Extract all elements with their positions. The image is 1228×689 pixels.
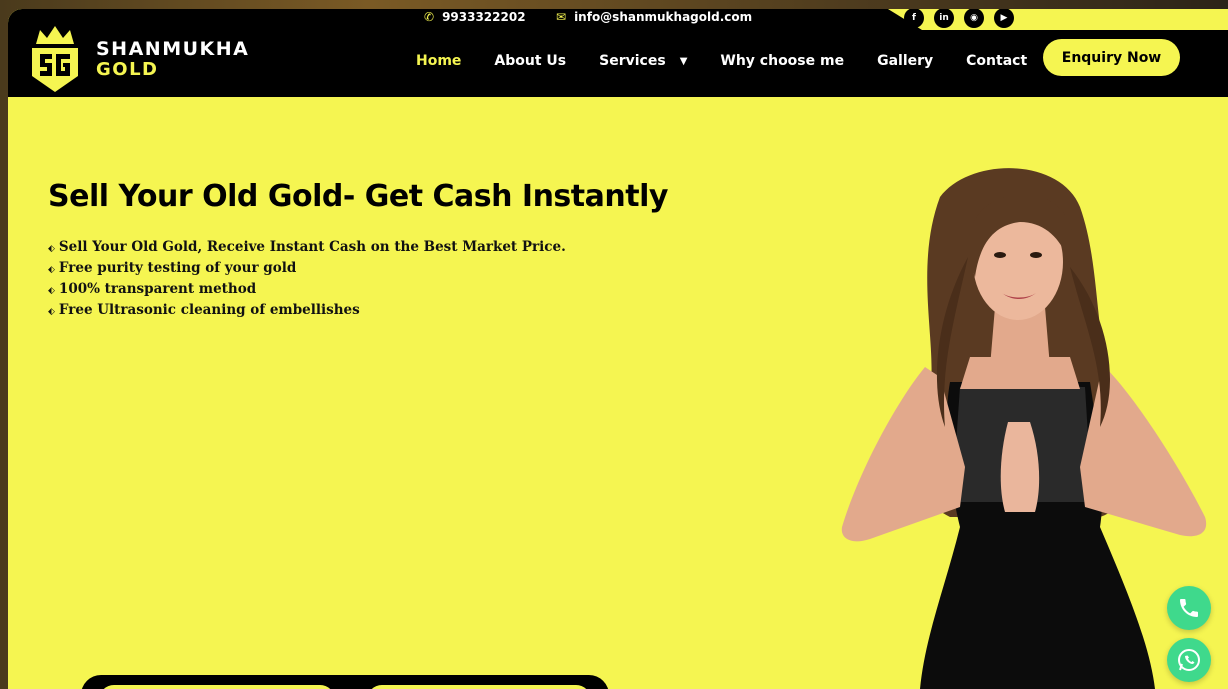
list-item: ⬖ Free purity testing of your gold: [48, 260, 297, 276]
linkedin-icon[interactable]: in: [934, 9, 954, 28]
nav-gallery[interactable]: Gallery: [877, 53, 933, 69]
hero-title: Sell Your Old Gold- Get Cash Instantly: [48, 179, 668, 214]
phone-contact[interactable]: ✆ 9933322202: [424, 10, 526, 24]
crown-sg-logo-icon: [32, 26, 78, 92]
phone-icon: [1180, 599, 1198, 617]
bottom-cta-button-1[interactable]: [99, 685, 335, 689]
social-links: f in ◉ ▶: [904, 9, 1014, 28]
envelope-icon: ✉: [556, 10, 567, 24]
youtube-icon[interactable]: ▶: [994, 9, 1014, 28]
main-nav: Home About Us Services ▼ Why choose me G…: [416, 53, 1027, 69]
phone-text: 9933322202: [442, 10, 526, 24]
nav-services[interactable]: Services ▼: [599, 53, 687, 69]
instagram-icon[interactable]: ◉: [964, 9, 984, 28]
site-header: ✆ 9933322202 ✉ info@shanmukhagold.com f …: [8, 9, 1228, 97]
nav-services-label: Services: [599, 53, 666, 69]
list-item: ⬖ Free Ultrasonic cleaning of embellishes: [48, 302, 360, 318]
email-text: info@shanmukhagold.com: [574, 10, 753, 24]
whatsapp-icon: [1178, 649, 1200, 671]
email-contact[interactable]: ✉ info@shanmukhagold.com: [556, 10, 752, 24]
whatsapp-fab-button[interactable]: [1167, 638, 1211, 682]
nav-about-us[interactable]: About Us: [494, 53, 566, 69]
call-fab-button[interactable]: [1167, 586, 1211, 630]
enquiry-now-button[interactable]: Enquiry Now: [1043, 39, 1180, 76]
diamond-bullet-icon: ⬖: [48, 265, 55, 275]
bottom-cta-button-2[interactable]: [367, 685, 591, 689]
hero-bullets: ⬖ Sell Your Old Gold, Receive Instant Cas…: [48, 238, 566, 322]
nav-home[interactable]: Home: [416, 53, 461, 69]
caret-down-icon: ▼: [679, 55, 688, 67]
list-item: ⬖ 100% transparent method: [48, 281, 257, 297]
diamond-bullet-icon: ⬖: [48, 286, 55, 296]
nav-why-choose-me[interactable]: Why choose me: [720, 53, 844, 69]
phone-icon: ✆: [424, 10, 435, 24]
page-frame: ✆ 9933322202 ✉ info@shanmukhagold.com f …: [8, 9, 1228, 689]
diamond-bullet-icon: ⬖: [48, 307, 55, 317]
logo-line1: SHANMUKHA: [96, 37, 250, 60]
list-item: ⬖ Sell Your Old Gold, Receive Instant Cas…: [48, 239, 566, 255]
facebook-icon[interactable]: f: [904, 9, 924, 28]
logo-line2: GOLD: [96, 58, 159, 80]
bottom-cta-bar: [81, 675, 609, 689]
site-logo[interactable]: SHANMUKHA GOLD: [30, 26, 249, 92]
nav-contact[interactable]: Contact: [966, 53, 1027, 69]
hero-model-image: [841, 168, 1207, 689]
diamond-bullet-icon: ⬖: [48, 244, 55, 254]
